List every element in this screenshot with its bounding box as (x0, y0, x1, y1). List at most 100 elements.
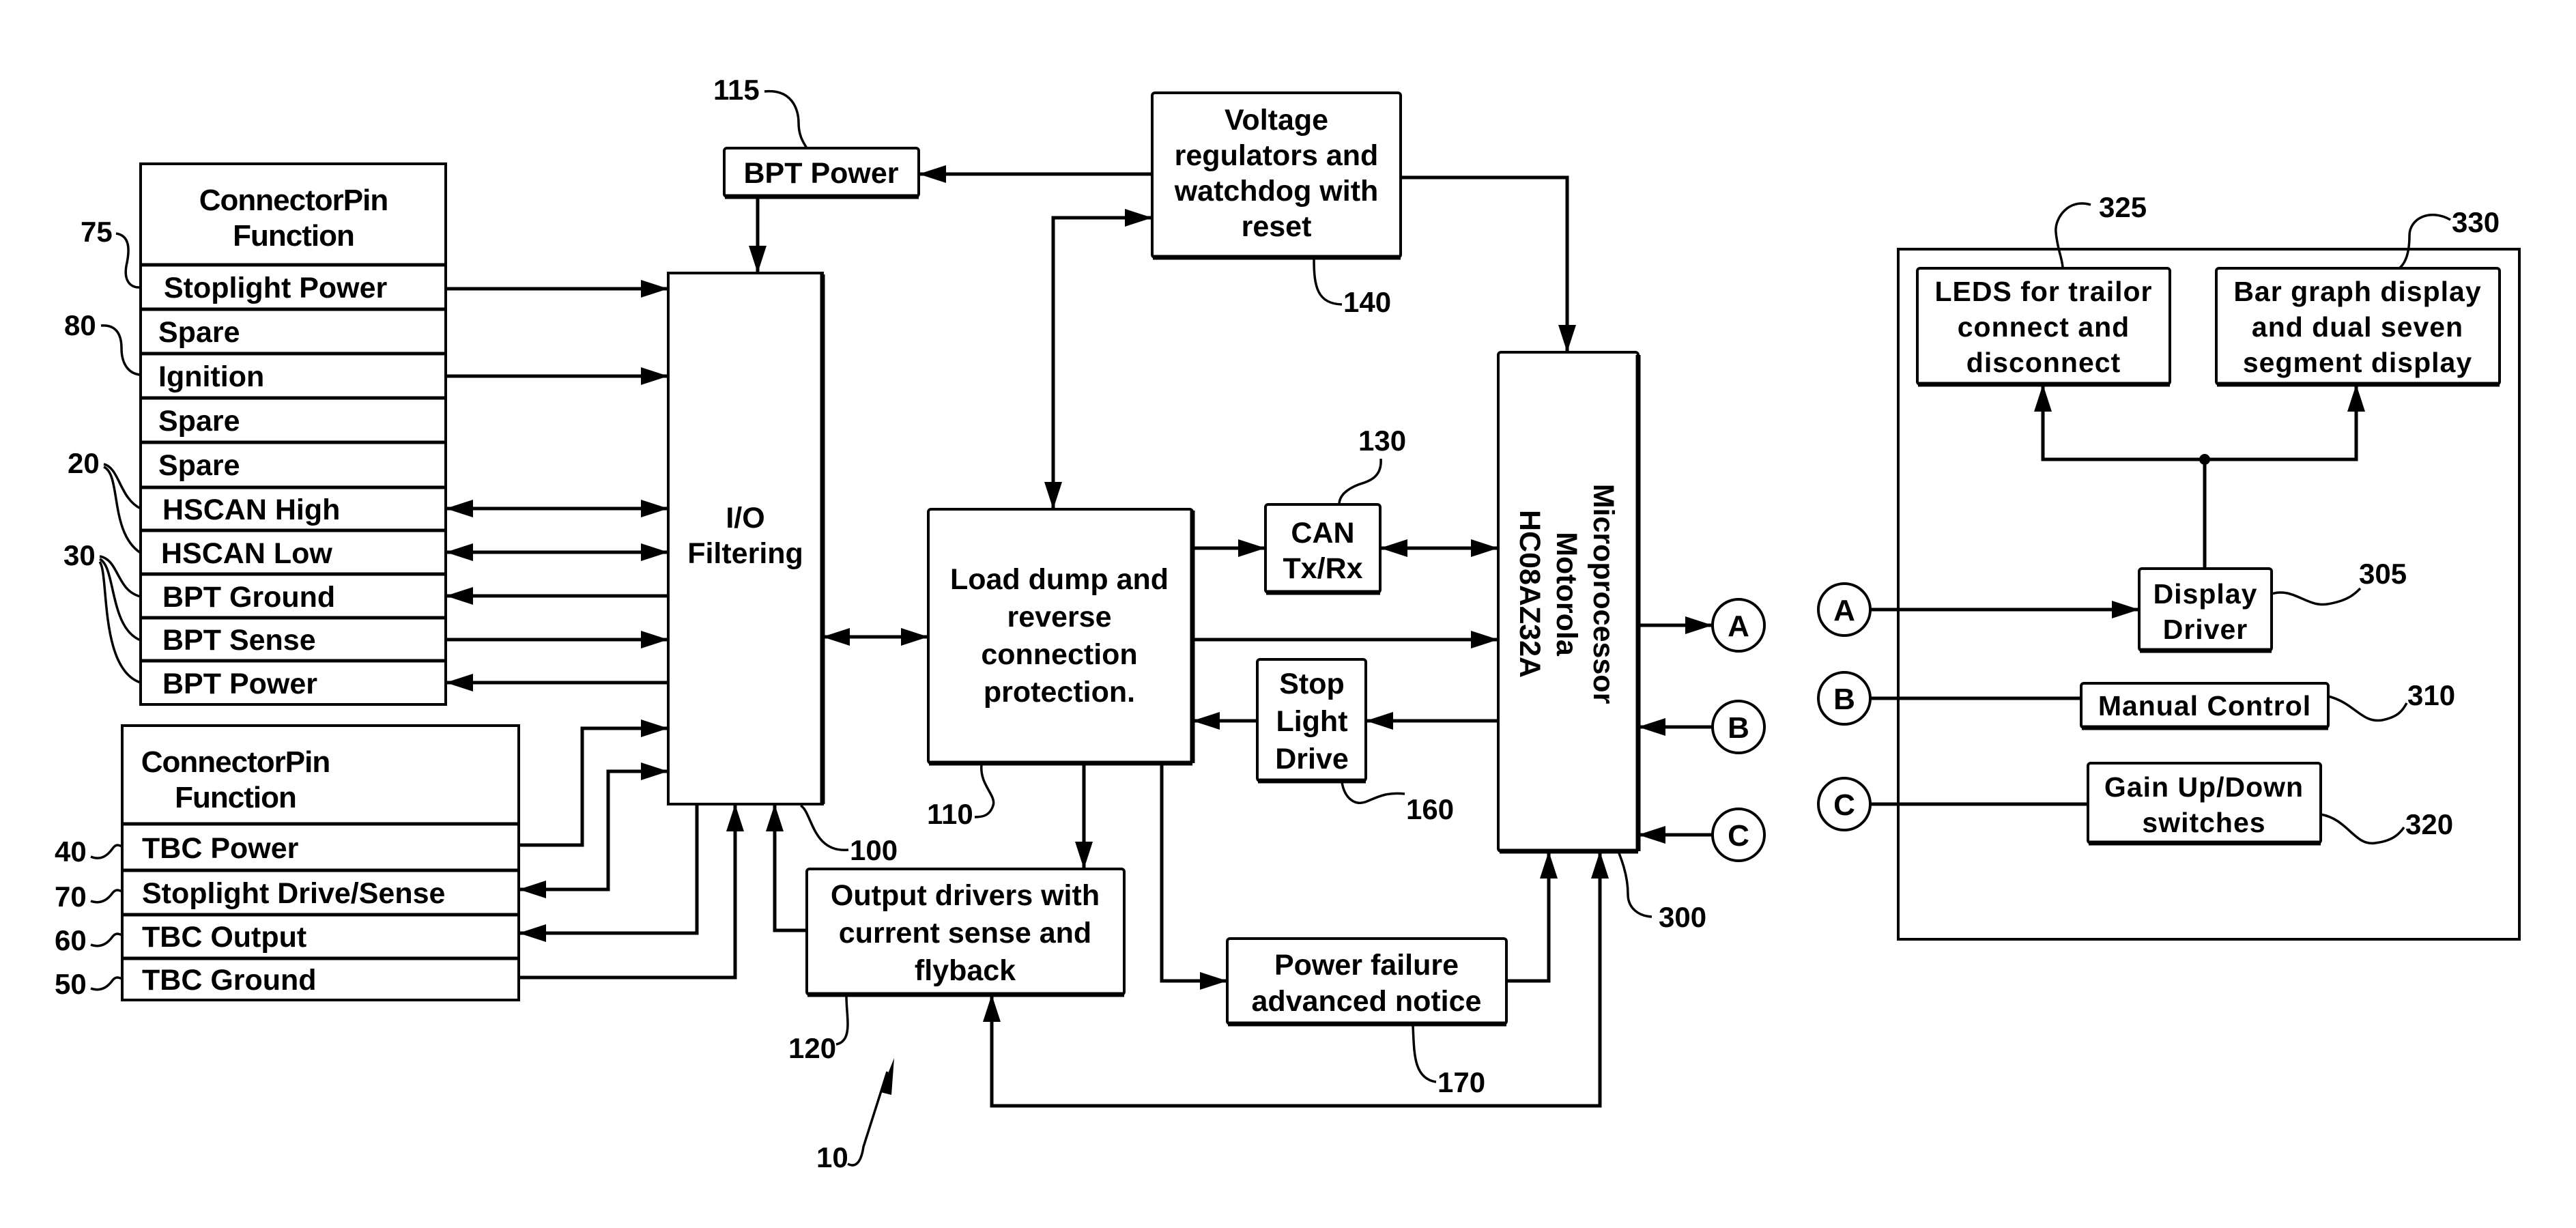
arrowhead-icon (1366, 712, 1393, 730)
ref-label-310: 310 (2407, 679, 2455, 711)
arrowhead-icon (446, 500, 473, 517)
wire-load-dump-to-power-failure (1160, 763, 1227, 983)
voltage-regulators-label-line-4: reset (1242, 210, 1312, 243)
load-dump-label-line-1: Load dump and (950, 563, 1169, 596)
connector-b-label: B (1728, 711, 1749, 745)
ref-label-50: 50 (55, 968, 87, 1000)
output-drivers-label-line-2: current sense and (839, 917, 1091, 949)
arrowhead-icon (1200, 972, 1227, 990)
table-row-label: BPT Sense (162, 624, 316, 657)
ref-label-80: 80 (64, 309, 96, 341)
voltage-regulators-block: Voltage regulators and watchdog with res… (1151, 91, 1402, 318)
connector-table-2: ConnectorPin Function TBC Power Stopligh… (55, 724, 520, 1001)
leds-label-line-2: connect and (1958, 311, 2130, 343)
arrowhead-icon (1471, 631, 1498, 648)
bar-graph-label-line-1: Bar graph display (2233, 276, 2481, 307)
arrowhead-icon (446, 543, 473, 561)
panel-connector-c-label: C (1833, 788, 1855, 822)
wire-power-failure-to-micro (1506, 851, 1551, 983)
microprocessor-label-line-3: HC08AZ32A (1513, 510, 1546, 678)
arrowhead-icon (901, 628, 928, 646)
display-driver-label-line-2: Driver (2163, 614, 2248, 645)
load-dump-block: Load dump and reverse connection protect… (927, 508, 1195, 830)
table-row-label: TBC Output (142, 921, 306, 954)
gain-switches-label-line-2: switches (2142, 807, 2265, 838)
table-row-label: HSCAN High (162, 494, 340, 526)
arrowhead-icon (1685, 616, 1713, 634)
power-failure-label-line-2: advanced notice (1252, 985, 1482, 1018)
ref-label-70: 70 (55, 881, 87, 913)
wire-vreg-load-dump (1051, 216, 1152, 509)
connector-circles-main: A B C (1711, 598, 1766, 862)
io-filtering-label-line-2: Filtering (687, 537, 803, 570)
table-row-label: Spare (158, 316, 240, 349)
load-dump-label-line-3: connection (981, 638, 1137, 671)
gain-switches-label-line-1: Gain Up/Down (2104, 771, 2304, 803)
can-label-line-2: Tx/Rx (1283, 552, 1362, 585)
arrowhead-icon (1044, 482, 1062, 509)
panel-connector-a-label: A (1833, 594, 1855, 627)
ref-label-320: 320 (2405, 808, 2453, 840)
arrowhead-icon (641, 719, 668, 737)
ref-label-110: 110 (927, 798, 973, 830)
ref-label-170: 170 (1437, 1066, 1485, 1098)
wire-stoplight-drive-sense (519, 769, 668, 891)
ref-label-100: 100 (850, 834, 898, 866)
stop-light-label-line-1: Stop (1279, 668, 1345, 700)
microprocessor-label-line-1: Microprocessor (1587, 484, 1620, 704)
stop-light-label-line-2: Light (1276, 705, 1347, 738)
arrowhead-icon (1558, 325, 1576, 352)
table-row-label: Stoplight Power (164, 272, 388, 304)
io-filtering-label-line-1: I/O (726, 502, 764, 534)
ref-label-75: 75 (81, 216, 113, 248)
stop-light-drive-block: Stop Light Drive 160 (1256, 658, 1454, 825)
ref-label-130: 130 (1358, 425, 1406, 457)
output-drivers-block: Output drivers with current sense and fl… (788, 868, 1126, 1064)
arrowhead-icon (1192, 712, 1220, 730)
table-row-label: Spare (158, 405, 240, 438)
connector-table-1: ConnectorPin Function Stoplight Power Sp… (63, 162, 447, 706)
ref-label-40: 40 (55, 836, 87, 868)
junction-dot (2199, 454, 2210, 465)
ref-label-140: 140 (1343, 286, 1391, 318)
ref-label-60: 60 (55, 924, 87, 956)
bpt-power-block: BPT Power 115 (713, 74, 920, 199)
wire-tbc-power (519, 726, 668, 847)
table-2-header-line-2: Function (175, 781, 296, 814)
power-failure-label-line-1: Power failure (1274, 949, 1459, 982)
ref-label-330: 330 (2452, 206, 2500, 238)
bar-graph-label-line-2: and dual seven (2252, 311, 2463, 343)
ref-label-120: 120 (788, 1032, 836, 1064)
ref-label-325: 325 (2099, 191, 2147, 223)
ref-label-30: 30 (63, 539, 96, 571)
leds-label-line-1: LEDS for trailor (1935, 276, 2153, 307)
arrowhead-icon (446, 587, 473, 605)
arrowhead-icon (519, 924, 546, 942)
microprocessor-block: Microprocessor Motorola HC08AZ32A 300 (1497, 351, 1706, 933)
table-2-header-line-1: ConnectorPin (141, 745, 330, 779)
table-row-label: TBC Power (142, 832, 299, 865)
arrowhead-icon (726, 804, 744, 831)
arrowhead-icon (1238, 539, 1265, 557)
ref-label-10: 10 (816, 1141, 848, 1173)
table-row-label: Stoplight Drive/Sense (142, 877, 445, 910)
connector-a-label: A (1728, 610, 1749, 643)
can-label-line-1: CAN (1291, 517, 1354, 549)
arrowhead-icon (1471, 539, 1498, 557)
table-row-label: Ignition (158, 360, 264, 393)
ref-label-300: 300 (1659, 901, 1706, 933)
output-drivers-label-line-1: Output drivers with (831, 879, 1100, 912)
load-dump-label-line-4: protection. (984, 676, 1135, 709)
microprocessor-label-line-2: Motorola (1550, 532, 1583, 657)
arrowhead-icon (641, 631, 668, 648)
ref-label-115: 115 (713, 74, 760, 106)
ref-label-305: 305 (2359, 558, 2407, 590)
arrowhead-icon (446, 674, 473, 691)
bpt-power-label: BPT Power (744, 157, 899, 190)
arrowhead-icon (1638, 718, 1665, 736)
arrowhead-icon (766, 804, 784, 831)
arrowhead-icon (1638, 826, 1665, 844)
arrowhead-icon (1380, 539, 1407, 557)
table-1-header-line-2: Function (233, 219, 354, 253)
arrowhead-icon (919, 165, 946, 183)
